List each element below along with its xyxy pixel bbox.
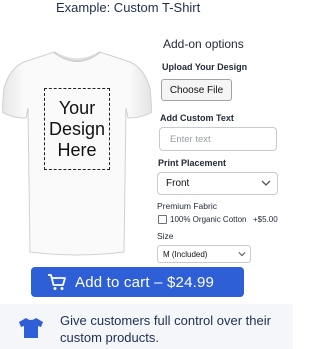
placement-select[interactable]: Front bbox=[157, 172, 278, 195]
footer-banner: Give customers full control over their c… bbox=[0, 304, 293, 349]
chevron-down-icon bbox=[238, 252, 246, 257]
upload-label: Upload Your Design bbox=[162, 62, 248, 72]
addons-title: Add-on options bbox=[163, 37, 244, 51]
size-value: M (Included) bbox=[163, 249, 208, 259]
premium-fabric-label: Premium Fabric bbox=[157, 201, 217, 211]
tshirt-icon bbox=[19, 318, 43, 338]
organic-cotton-label: 100% Organic Cotton bbox=[170, 215, 247, 224]
placement-value: Front bbox=[166, 178, 190, 189]
page-title: Example: Custom T-Shirt bbox=[56, 0, 201, 15]
cart-icon bbox=[48, 274, 66, 290]
chevron-down-icon bbox=[261, 180, 271, 186]
size-label: Size bbox=[157, 231, 174, 241]
design-placeholder: Your Design Here bbox=[44, 88, 110, 170]
placement-label: Print Placement bbox=[158, 158, 227, 168]
add-to-cart-button[interactable]: Add to cart – $24.99 bbox=[31, 267, 244, 297]
custom-text-placeholder: Enter text bbox=[170, 133, 211, 145]
custom-text-label: Add Custom Text bbox=[160, 113, 234, 123]
custom-text-input[interactable]: Enter text bbox=[159, 127, 277, 151]
choose-file-button[interactable]: Choose File bbox=[161, 79, 232, 101]
tshirt-preview: Your Design Here bbox=[2, 48, 152, 258]
organic-cotton-price: +$5.00 bbox=[253, 215, 278, 224]
add-to-cart-label: Add to cart – $24.99 bbox=[75, 273, 215, 291]
size-select[interactable]: M (Included) bbox=[157, 245, 251, 263]
footer-text: Give customers full control over their c… bbox=[60, 313, 271, 345]
organic-cotton-checkbox[interactable] bbox=[158, 215, 167, 224]
